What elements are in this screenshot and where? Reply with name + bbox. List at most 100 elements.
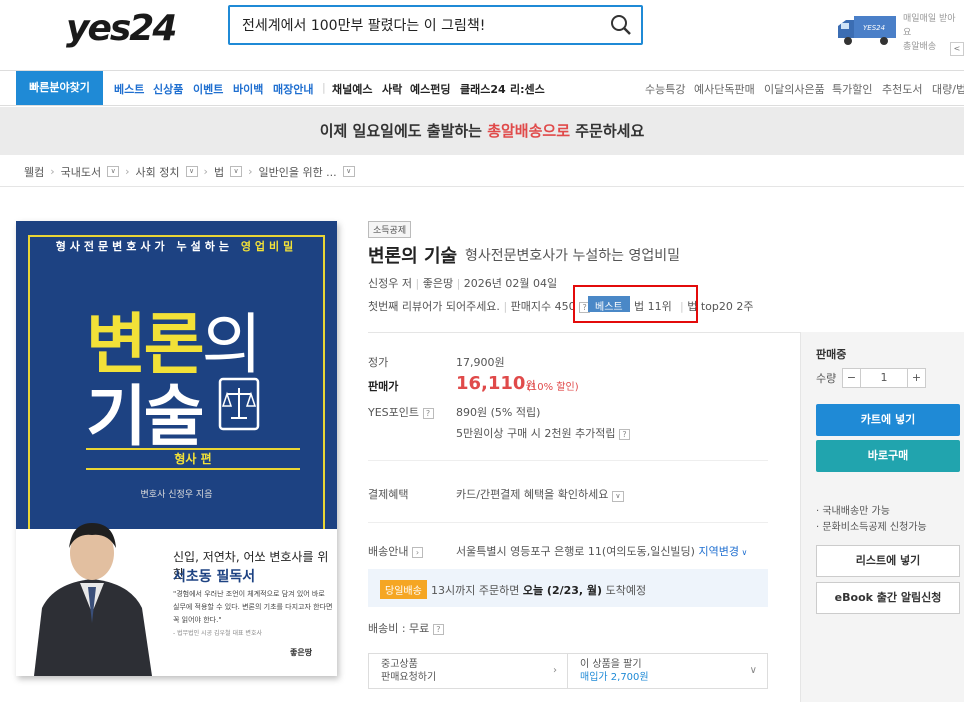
best-badge: 베스트 [588,296,630,313]
cover-edition: 형사 편 [86,448,300,470]
rank-category[interactable]: 법 11위 [634,298,672,314]
list-price-label: 정가 [368,356,389,369]
chevron-right-icon[interactable]: › [411,546,423,558]
promo-banner[interactable]: 이제 일요일에도 출발하는 총알배송으로 주문하세요 [0,107,964,155]
culture-deduction-note: · 문화비소득공제 신청가능 [816,522,927,533]
cover-blurb-quote: "경험에서 우러난 조언이 체계적으로 담겨 있어 바로 실무에 적용할 수 있… [173,590,333,624]
cover-author: 변호사 신정우 지음 [140,490,213,500]
help-icon[interactable]: ? [619,428,631,440]
search-input[interactable]: 전세계에서 100만부 팔렸다는 이 그림책! [228,5,643,45]
nav-new[interactable]: 신상품 [153,81,183,97]
chevron-down-icon[interactable]: ∨ [107,166,120,177]
promo-line-1: 매일매일 받아요 [903,14,956,38]
crumb-sep: › [125,165,130,178]
cover-title-line2: 기술 [86,378,204,455]
nav-divider: | [322,81,326,94]
crumb-law[interactable]: 법 [214,164,224,180]
add-to-cart-button[interactable]: 카트에 넣기 [816,404,960,436]
svg-text:YES24: YES24 [863,24,885,32]
nav-bulk[interactable]: 대량/법 [932,81,964,97]
nav-suneung[interactable]: 수능특강 [645,81,685,97]
author-photo [24,513,159,676]
chevron-down-icon[interactable]: ∨ [342,166,355,177]
add-to-list-button[interactable]: 리스트에 넣기 [816,545,960,577]
sale-status: 판매중 [816,348,847,361]
divider [368,460,768,461]
shipping-fee: 배송비 : 무료 ? [368,620,444,636]
list-price-value: 17,900원 [456,356,505,369]
publish-date: 2026년 02월 04일 [463,277,558,290]
chevron-down-icon[interactable]: ∨ [611,491,624,502]
help-icon[interactable]: ? [432,623,444,635]
review-link[interactable]: 첫번째 리뷰어가 되어주세요. [368,300,500,313]
payment-label: 결제혜택 [368,488,409,501]
publisher-link[interactable]: 좋은땅 [423,277,453,290]
used-r1: 이 상품을 팔기 [580,659,642,670]
crumb-domestic[interactable]: 국내도서 [61,164,101,180]
nav-store[interactable]: 매장안내 [273,81,313,97]
used-r2: 매입가 2,700원 [580,672,649,683]
divider [368,522,768,523]
crumb-society[interactable]: 사회 정치 [136,164,180,180]
quantity-stepper: − 1 + [842,368,926,388]
today-delivery-tag: 당일배송 [380,580,427,599]
product-stats: 첫번째 리뷰어가 되어주세요. | 판매지수 450 ? [368,298,591,314]
shipping-label: 배송안내 › [368,543,423,559]
qty-plus-button[interactable]: + [907,369,925,387]
payment-benefit[interactable]: 카드/간편결제 혜택을 확인하세요 ∨ [456,486,624,502]
today-delivery-text: 13시까지 주문하면 오늘 (2/23, 월) 도착예정 [431,584,647,597]
cover-blurb-source: - 법무법인 시공 김우철 대표 변호사 [173,630,262,637]
nav-recommend[interactable]: 추천도서 [882,81,922,97]
change-region-link[interactable]: 지역변경 [698,545,738,558]
search-icon[interactable] [609,13,633,37]
used-l1: 중고상품 [381,659,418,670]
crumb-home[interactable]: 웰컴 [24,164,44,180]
svg-text:yes24: yes24 [66,8,175,49]
rank-top20[interactable]: | 법 top20 2주 [680,298,753,314]
help-icon[interactable]: ? [422,407,434,419]
domestic-only-note: · 국내배송만 가능 [816,506,890,517]
nav-license[interactable]: 리:센스 [510,81,545,97]
sale-price-value: 16,110 [456,373,526,394]
chevron-down-icon: ∨ [749,665,757,676]
law-book-icon [217,376,262,432]
crumb-general[interactable]: 일반인을 위한 ... [258,164,336,180]
tax-deduction-badge: 소득공제 [368,221,412,238]
qty-input[interactable]: 1 [861,369,907,387]
sales-index: 판매지수 450 [510,300,576,313]
used-book-panel: 중고상품 판매요청하기 › 이 상품을 팔기 매입가 2,700원 ∨ [368,653,768,689]
book-cover-image[interactable]: 형사전문변호사가 누설하는 영업비밀 변론의 기술 형사 편 변호사 신정우 지… [16,221,337,676]
chevron-down-icon[interactable]: ∨ [230,166,243,177]
crumb-sep: › [203,165,208,178]
author-link[interactable]: 신정우 저 [368,277,412,290]
ebook-alert-button[interactable]: eBook 출간 알림신청 [816,582,960,614]
nav-funding[interactable]: 예스펀딩 [410,81,450,97]
buy-now-button[interactable]: 바로구매 [816,440,960,472]
yes24-logo[interactable]: yes24 [66,6,178,50]
nav-exclusive[interactable]: 예사단독판매 [694,81,755,97]
sale-price-label: 판매가 [368,380,399,393]
chevron-down-icon[interactable]: ∨ [185,166,198,177]
side-toggle-button[interactable]: < [950,42,964,56]
nav-buyback[interactable]: 바이백 [233,81,263,97]
nav-best[interactable]: 베스트 [114,81,144,97]
nav-channel-yes[interactable]: 채널예스 [332,81,372,97]
sell-this-item[interactable]: 이 상품을 팔기 매입가 2,700원 ∨ [568,654,767,688]
product-title: 변론의 기술 [368,246,458,267]
breadcrumb: 웰컴 › 국내도서 ∨ › 사회 정치 ∨ › 법 ∨ › 일반인을 위한 ..… [0,157,964,187]
nav-sarak[interactable]: 사락 [382,81,402,97]
quick-category-button[interactable]: 빠른분야찾기 [16,71,103,105]
nav-event[interactable]: 이벤트 [193,81,223,97]
used-sell-request[interactable]: 중고상품 판매요청하기 › [369,654,568,688]
delivery-truck-icon: YES24 [836,12,898,48]
qty-minus-button[interactable]: − [843,369,861,387]
quantity-label: 수량 [816,372,837,385]
point-label: YES포인트 ? [368,404,434,420]
nav-gift[interactable]: 이달의사은품 [764,81,825,97]
cover-subtitle: 형사전문변호사가 누설하는 영업비밀 [55,240,298,253]
product-meta: 신정우 저 | 좋은땅 | 2026년 02월 04일 [368,277,558,290]
discount-rate: (10% 할인) [527,382,579,393]
nav-class24[interactable]: 클래스24 [460,81,506,97]
nav-discount[interactable]: 특가할인 [832,81,872,97]
sale-price: 16,110원 [456,373,536,394]
